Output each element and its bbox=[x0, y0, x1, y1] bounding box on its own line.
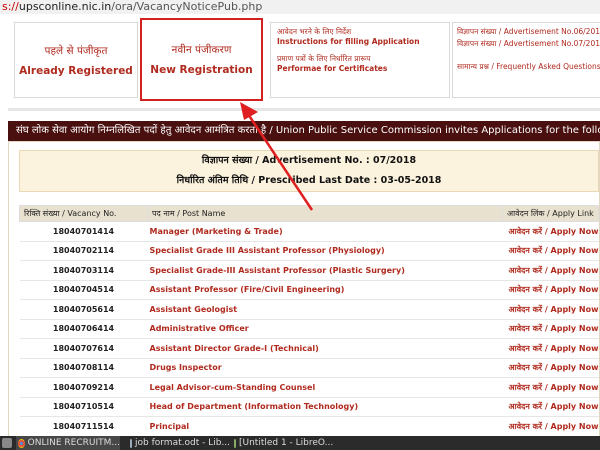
url-scheme: s:// bbox=[2, 0, 19, 13]
taskbar-item-label: ONLINE RECRUITM... bbox=[27, 438, 120, 448]
taskbar-item-calc[interactable]: [Untitled 1 - LibreO... bbox=[232, 436, 334, 450]
page-content: पहले से पंजीकृत Already Registered नवीन … bbox=[0, 14, 600, 436]
taskbar-item-writer[interactable]: job format.odt - Lib... bbox=[128, 436, 230, 450]
writer-doc-icon bbox=[130, 438, 132, 448]
taskbar-item-label: [Untitled 1 - LibreO... bbox=[239, 438, 334, 448]
url-host: upsconline.nic.in bbox=[18, 0, 112, 13]
url-path: /ora/VacancyNoticePub.php bbox=[111, 0, 263, 13]
chrome-icon bbox=[18, 438, 25, 448]
red-arrow-annotation bbox=[240, 102, 314, 211]
taskbar-item-browser[interactable]: ONLINE RECRUITM... bbox=[16, 436, 120, 450]
start-menu-icon[interactable] bbox=[2, 438, 12, 448]
address-bar[interactable]: s://upsconline.nic.in/ora/VacancyNoticeP… bbox=[0, 0, 600, 14]
calc-doc-icon bbox=[234, 438, 236, 448]
taskbar: ONLINE RECRUITM... job format.odt - Lib.… bbox=[0, 436, 600, 450]
arrow-shaft bbox=[246, 113, 314, 211]
taskbar-item-label: job format.odt - Lib... bbox=[135, 438, 230, 448]
